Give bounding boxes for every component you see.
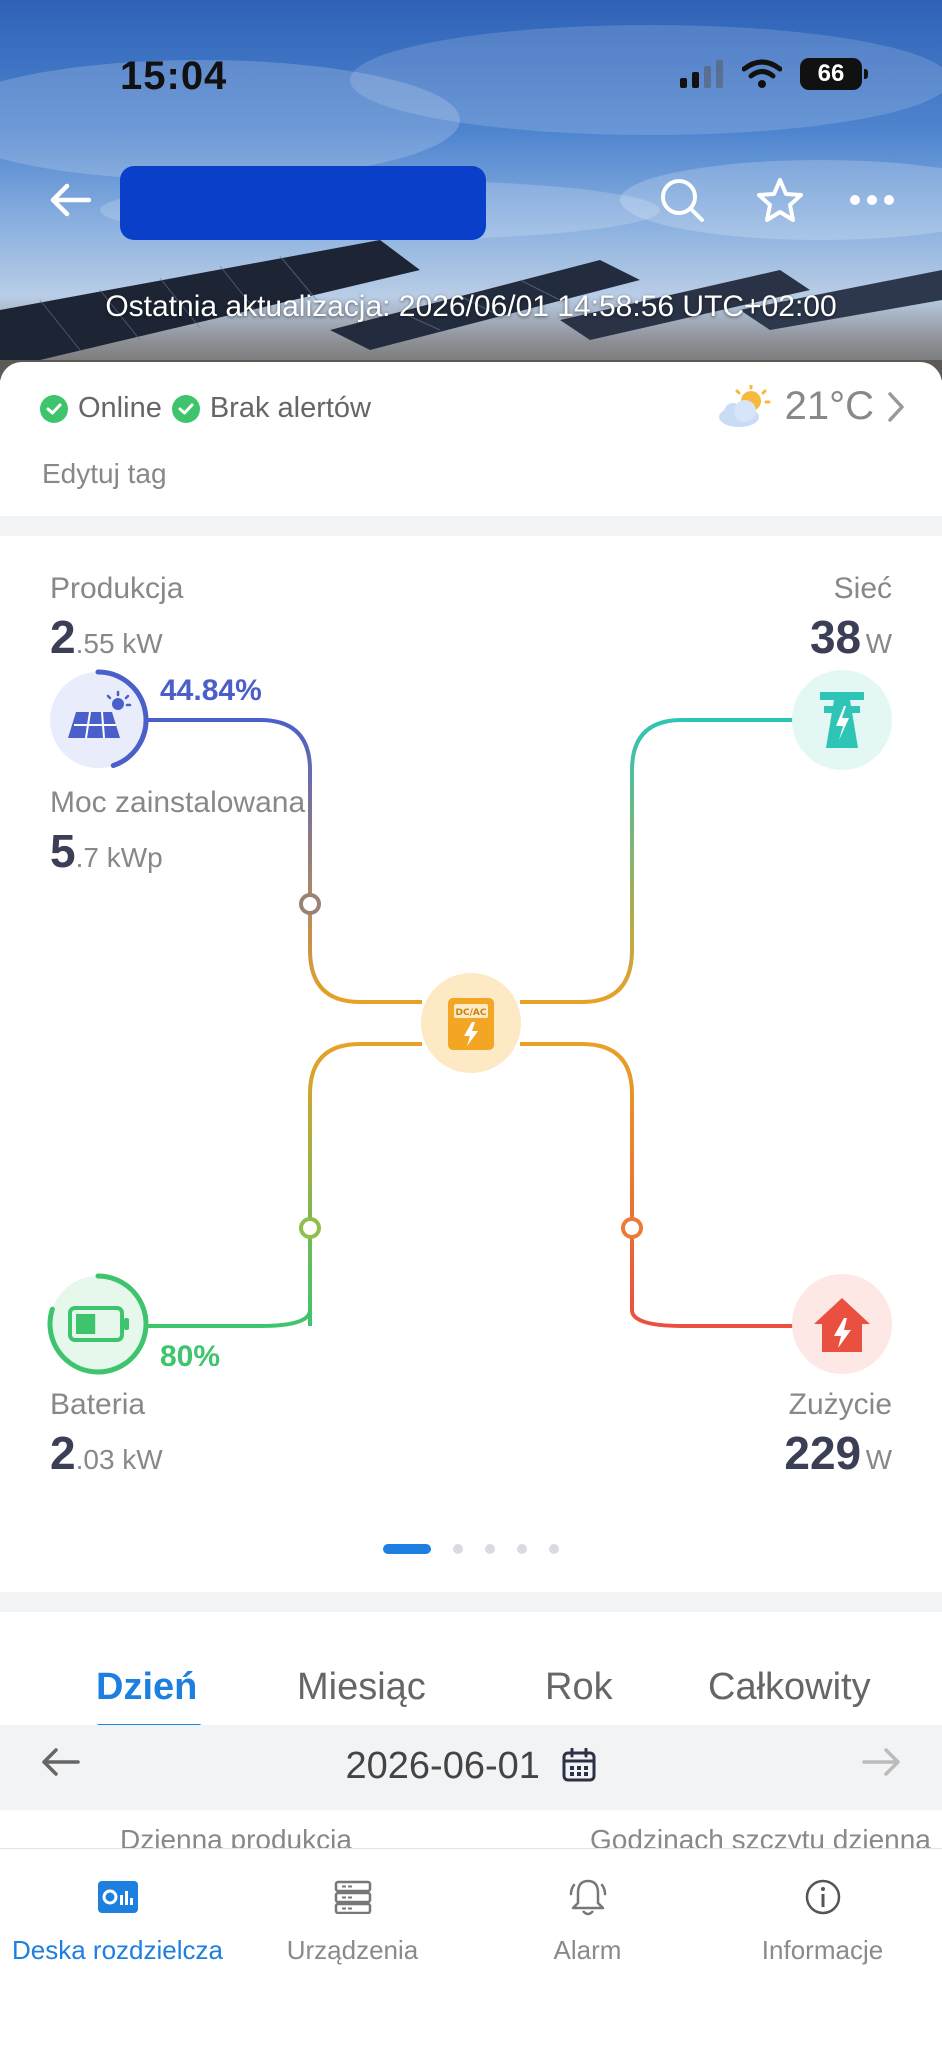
plant-title bbox=[120, 166, 486, 240]
page-dot-2[interactable] bbox=[453, 1544, 463, 1554]
nav-info-label: Informacje bbox=[761, 1935, 884, 1965]
back-button[interactable] bbox=[40, 174, 100, 226]
consumption-label: Zużycie bbox=[788, 1388, 892, 1421]
arrow-left-icon bbox=[50, 183, 91, 217]
search-button[interactable] bbox=[652, 170, 712, 230]
selected-date: 2026-06-01 bbox=[345, 1745, 540, 1787]
battery-percent: 80% bbox=[160, 1340, 221, 1373]
production-value: 2.55 kW bbox=[50, 611, 163, 663]
favorite-button[interactable] bbox=[750, 170, 810, 230]
nav-info[interactable]: Informacje bbox=[705, 1869, 940, 1966]
date-picker[interactable]: 2026-06-01 bbox=[0, 1745, 942, 1788]
consumption-value: 229 W bbox=[784, 1427, 892, 1479]
page-dot-3[interactable] bbox=[485, 1544, 495, 1554]
nav-devices-label: Urządzenia bbox=[286, 1935, 419, 1965]
installed-capacity-value: 5.7 kWp bbox=[50, 825, 163, 877]
consumption-flow-line bbox=[520, 1042, 794, 1328]
page-dot-5[interactable] bbox=[549, 1544, 559, 1554]
battery-value: 2.03 kW bbox=[50, 1427, 163, 1479]
bottom-navigation: Deska rozdzielcza Urządzenia Alarm Infor… bbox=[0, 1848, 942, 2048]
next-date-button[interactable] bbox=[862, 1745, 902, 1784]
statistics-card: Dzień Miesiąc Rok Całkowity 2026-06-01 D… bbox=[0, 1612, 942, 1854]
tab-month[interactable]: Miesiąc bbox=[297, 1666, 426, 1709]
nav-devices[interactable]: Urządzenia bbox=[235, 1869, 470, 1966]
production-percent: 44.84% bbox=[160, 674, 262, 707]
date-selector: 2026-06-01 bbox=[0, 1725, 942, 1810]
nav-alarm[interactable]: Alarm bbox=[470, 1869, 705, 1966]
wifi-icon bbox=[742, 59, 782, 88]
star-icon bbox=[757, 178, 803, 222]
status-card: Online Brak alertów 21°C Edytuj tag bbox=[0, 362, 942, 516]
search-icon bbox=[661, 179, 704, 222]
tab-year[interactable]: Rok bbox=[545, 1666, 613, 1709]
tab-day[interactable]: Dzień bbox=[96, 1666, 197, 1709]
period-tabs: Dzień Miesiąc Rok Całkowity bbox=[0, 1652, 942, 1732]
alerts-check-icon bbox=[171, 394, 200, 423]
grid-value: 38 W bbox=[809, 611, 892, 663]
nav-dashboard-label: Deska rozdzielcza bbox=[12, 1935, 223, 1965]
page-dot-4[interactable] bbox=[517, 1544, 527, 1554]
arrow-right-icon bbox=[862, 1748, 900, 1776]
edit-tag-link[interactable]: Edytuj tag bbox=[42, 458, 167, 490]
svg-text:DC/AC: DC/AC bbox=[456, 1008, 487, 1018]
dashboard-icon bbox=[97, 1881, 138, 1913]
production-flow-line bbox=[148, 718, 422, 1004]
weather-widget[interactable]: 21°C bbox=[715, 384, 906, 429]
header-banner: 15:04 66 Ostatnia aktualizacja: 2026/06/… bbox=[0, 0, 942, 380]
tab-total[interactable]: Całkowity bbox=[708, 1666, 871, 1709]
signal-icon bbox=[680, 60, 723, 88]
info-icon bbox=[805, 1879, 840, 1915]
partly-cloudy-icon bbox=[718, 384, 771, 427]
devices-icon bbox=[334, 1880, 371, 1914]
status-bar: 15:04 66 bbox=[0, 0, 942, 150]
battery-label: Bateria bbox=[50, 1388, 146, 1421]
nav-alarm-label: Alarm bbox=[553, 1935, 622, 1965]
nav-dashboard[interactable]: Deska rozdzielcza bbox=[0, 1869, 235, 1966]
calendar-icon bbox=[562, 1747, 596, 1782]
bell-icon bbox=[569, 1879, 606, 1916]
alerts-status: Brak alertów bbox=[209, 392, 371, 424]
grid-flow-line bbox=[520, 718, 794, 1004]
production-flow-node bbox=[299, 893, 321, 915]
battery-flow-node bbox=[299, 1217, 321, 1239]
battery-flow-line bbox=[148, 1042, 422, 1328]
production-label: Produkcja bbox=[50, 572, 184, 605]
page-indicator bbox=[0, 1544, 942, 1554]
status-time: 15:04 bbox=[120, 54, 228, 98]
temperature: 21°C bbox=[784, 384, 874, 428]
energy-flow-card: DC/AC Produkcja 2.55 kW 44.84% Moc zains… bbox=[0, 536, 942, 1592]
online-check-icon bbox=[40, 394, 68, 423]
more-dots-icon bbox=[850, 195, 894, 205]
last-update-text: Ostatnia aktualizacja: 2026/06/01 14:58:… bbox=[105, 290, 837, 323]
installed-capacity-label: Moc zainstalowana bbox=[50, 786, 306, 819]
battery-status-icon: 66 bbox=[800, 58, 868, 90]
more-button[interactable] bbox=[842, 170, 902, 230]
chevron-right-icon bbox=[888, 391, 904, 422]
page-dot-1[interactable] bbox=[383, 1544, 431, 1554]
consumption-flow-node bbox=[621, 1217, 643, 1239]
inverter-icon: DC/AC bbox=[448, 998, 494, 1050]
grid-label: Sieć bbox=[833, 572, 892, 605]
online-status: Online bbox=[78, 392, 162, 424]
